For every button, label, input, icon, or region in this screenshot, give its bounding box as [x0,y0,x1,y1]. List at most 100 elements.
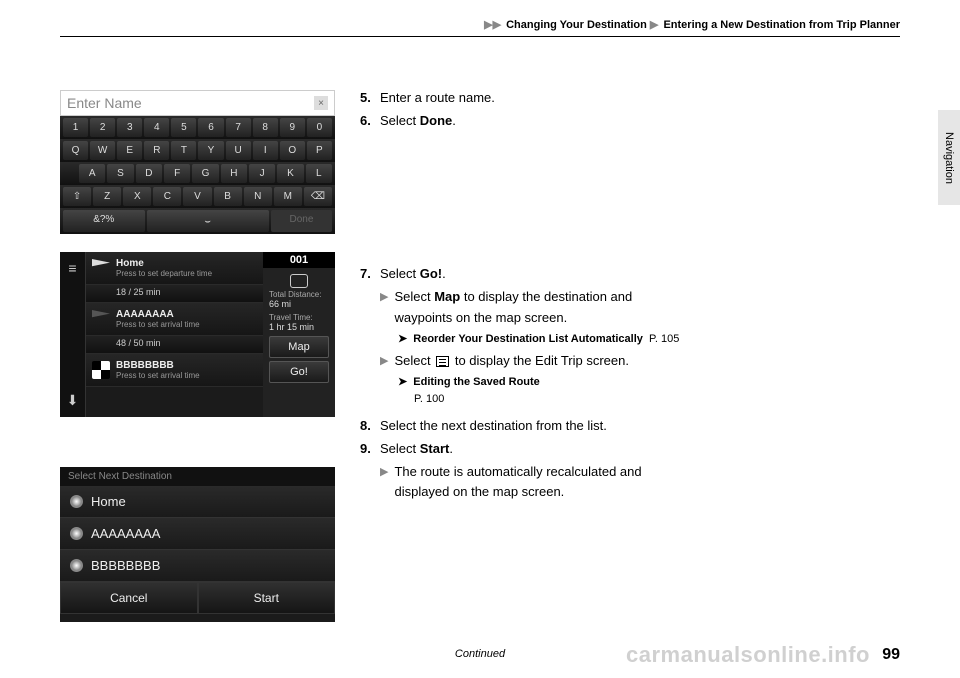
key[interactable]: D [136,164,162,183]
key[interactable]: 6 [198,118,223,137]
key[interactable]: G [192,164,218,183]
bullet-icon: ▶ [380,464,388,502]
scroll-down-icon[interactable]: ⬇ [67,392,79,409]
destination-option-b[interactable]: BBBBBBBB [60,550,335,582]
destination-label: Home [91,494,126,509]
car-icon [290,274,308,288]
key[interactable]: H [221,164,247,183]
total-distance-label: Total Distance: [263,290,335,299]
step-6: 6. Select Done. [360,111,690,131]
key[interactable]: Q [63,141,88,160]
key[interactable]: 3 [117,118,142,137]
enter-name-placeholder: Enter Name [67,95,142,111]
trip-leg-info: 18 / 25 min [86,285,263,303]
key[interactable]: T [171,141,196,160]
menu-icon[interactable]: ≡ [68,260,76,276]
step-number: 7. [360,264,380,284]
key[interactable]: V [183,187,211,206]
key[interactable]: X [123,187,151,206]
key[interactable]: K [277,164,303,183]
trip-leg-info: 48 / 50 min [86,336,263,354]
select-next-buttons: Cancel Start [60,582,335,614]
trip-side-controls: ≡ ⬇ [60,252,86,417]
cancel-button[interactable]: Cancel [60,582,198,614]
enter-name-field[interactable]: Enter Name × [60,90,335,116]
step-text: Select Go!. [380,264,446,284]
key[interactable]: 9 [280,118,305,137]
page-number: 99 [882,646,900,664]
total-distance-value: 66 mi [263,299,335,309]
key[interactable]: C [153,187,181,206]
trip-row-title: BBBBBBBB [116,360,200,371]
step-7-sub1: ▶ Select Map to display the destination … [380,287,690,327]
reference-page: P. 100 [414,391,690,408]
key[interactable]: Z [93,187,121,206]
step-text: Select Done. [380,111,456,131]
key[interactable]: U [226,141,251,160]
key[interactable]: J [249,164,275,183]
breadcrumb-sep: ▶ [650,19,658,31]
map-button[interactable]: Map [269,336,329,358]
key[interactable]: 4 [144,118,169,137]
side-tab-navigation: Navigation [938,110,960,205]
side-tab-label: Navigation [943,132,955,184]
key[interactable]: 5 [171,118,196,137]
start-button[interactable]: Start [198,582,336,614]
symbols-key[interactable]: &?% [63,210,145,232]
reference-title: Editing the Saved Route [413,376,540,388]
keyboard-row-zxcv: ⇧ Z X C V B N M ⌫ [60,185,335,208]
screenshots-column: Enter Name × 1 2 3 4 5 6 7 8 9 0 Q W E R… [60,90,335,640]
key[interactable]: B [214,187,242,206]
destination-option-home[interactable]: Home [60,486,335,518]
key[interactable]: Y [198,141,223,160]
step-number: 5. [360,88,380,108]
key[interactable]: 2 [90,118,115,137]
continued-label: Continued [0,648,960,660]
step-7-sub2: ▶ Select to display the Edit Trip screen… [380,351,690,371]
cross-reference-1: ➤ Reorder Your Destination List Automati… [398,331,690,348]
shift-key[interactable]: ⇧ [63,187,91,206]
trip-row-waypoint-a[interactable]: AAAAAAAA Press to set arrival time [86,303,263,336]
key[interactable]: E [117,141,142,160]
done-key[interactable]: Done [271,210,332,232]
key[interactable]: S [107,164,133,183]
go-button[interactable]: Go! [269,361,329,383]
backspace-key[interactable]: ⌫ [304,187,332,206]
key[interactable]: 7 [226,118,251,137]
radio-icon [70,559,83,572]
screen-trip-overview: ≡ ⬇ 001 Total Distance: 66 mi Travel Tim… [60,252,335,417]
select-next-title: Select Next Destination [60,467,335,486]
trip-row-waypoint-b[interactable]: BBBBBBBB Press to set arrival time [86,354,263,387]
keyboard-row-bottom: &?% ⌣ Done [60,208,335,234]
key[interactable]: I [253,141,278,160]
substep-text: Select Map to display the destination an… [394,287,690,327]
key[interactable]: L [306,164,332,183]
flag-waypoint-icon [92,310,110,328]
key[interactable]: M [274,187,302,206]
step-number: 9. [360,439,380,459]
travel-time-label: Travel Time: [263,313,335,322]
instructions-column: 5. Enter a route name. 6. Select Done. 7… [360,88,690,503]
trip-row-home[interactable]: Home Press to set departure time [86,252,263,285]
destination-option-a[interactable]: AAAAAAAA [60,518,335,550]
trip-waypoint-list: Home Press to set departure time 18 / 25… [86,252,263,417]
key[interactable]: R [144,141,169,160]
key[interactable]: A [79,164,105,183]
key[interactable]: W [90,141,115,160]
key[interactable]: 0 [307,118,332,137]
step-9: 9. Select Start. [360,439,690,459]
keyboard-row-numbers: 1 2 3 4 5 6 7 8 9 0 [60,116,335,139]
breadcrumb-section2: Entering a New Destination from Trip Pla… [663,19,900,31]
breadcrumb-arrows: ▶▶ [484,19,501,31]
destination-label: BBBBBBBB [91,558,160,573]
trip-right-panel: 001 Total Distance: 66 mi Travel Time: 1… [263,252,335,417]
key[interactable]: 8 [253,118,278,137]
key[interactable]: P [307,141,332,160]
key[interactable]: 1 [63,118,88,137]
key[interactable]: N [244,187,272,206]
trip-row-sub: Press to set arrival time [116,371,200,380]
space-key[interactable]: ⌣ [147,210,269,232]
key[interactable]: O [280,141,305,160]
close-icon[interactable]: × [314,96,328,110]
key[interactable]: F [164,164,190,183]
